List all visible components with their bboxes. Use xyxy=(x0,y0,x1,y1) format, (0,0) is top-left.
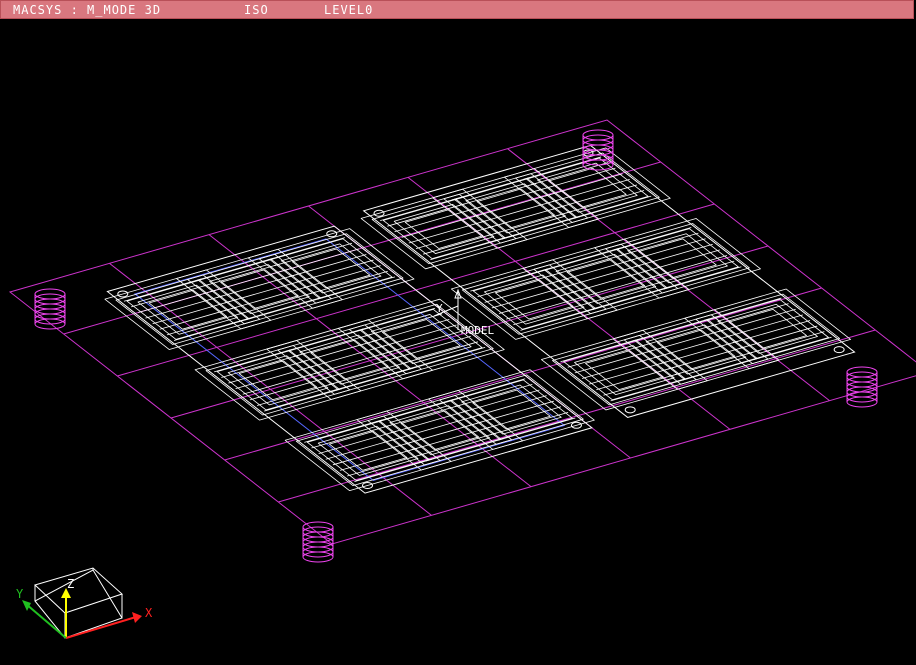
cavity-ring xyxy=(404,209,484,249)
cavity-ring xyxy=(238,360,318,401)
level-label: LEVEL0 xyxy=(324,3,374,17)
triad-z-label: Z xyxy=(67,577,74,591)
triad-y-axis xyxy=(25,603,67,639)
cavity-ring xyxy=(555,253,657,304)
cavity-array xyxy=(104,147,852,492)
coordinate-triad-icon: Z X Y xyxy=(16,567,153,639)
cavity-ring xyxy=(476,188,555,229)
cavity-ring xyxy=(400,410,480,451)
cavity-ring xyxy=(310,339,389,380)
cavity-ring xyxy=(389,405,491,456)
triad-y-label: Y xyxy=(16,587,24,601)
cavity-ring xyxy=(148,289,228,330)
cavity-ring xyxy=(382,319,461,359)
plate-hole xyxy=(833,346,845,354)
spring-icon xyxy=(302,521,334,563)
plate-hole xyxy=(624,406,636,414)
model-label: MODEL xyxy=(461,324,494,337)
cavity-ring xyxy=(472,389,551,430)
cavity-ring xyxy=(291,248,371,289)
cavity-ring xyxy=(585,350,664,390)
view-label: ISO xyxy=(244,3,269,17)
cavity-ring xyxy=(209,264,310,315)
mold-plates xyxy=(106,144,856,494)
cavity-ring xyxy=(728,308,807,349)
coordinate-system-label: MACSYS : M_MODE 3D xyxy=(13,3,162,17)
cavity-ring xyxy=(328,430,408,471)
left-plate xyxy=(106,225,593,494)
graphics-viewport[interactable]: Y MODEL Z X Y xyxy=(0,20,916,665)
title-bar: MACSYS : M_MODE 3D ISO LEVEL0 xyxy=(0,0,914,19)
cavity-ring xyxy=(465,183,566,234)
cavity-ring xyxy=(220,269,299,309)
triad-x-axis xyxy=(65,616,137,639)
spring-icon xyxy=(846,366,878,408)
cavity-ring xyxy=(645,324,747,375)
model-y-label: Y xyxy=(436,302,443,315)
cavity-ring xyxy=(656,329,736,370)
triad-x-label: X xyxy=(145,606,153,620)
cavity-ring xyxy=(548,167,627,208)
